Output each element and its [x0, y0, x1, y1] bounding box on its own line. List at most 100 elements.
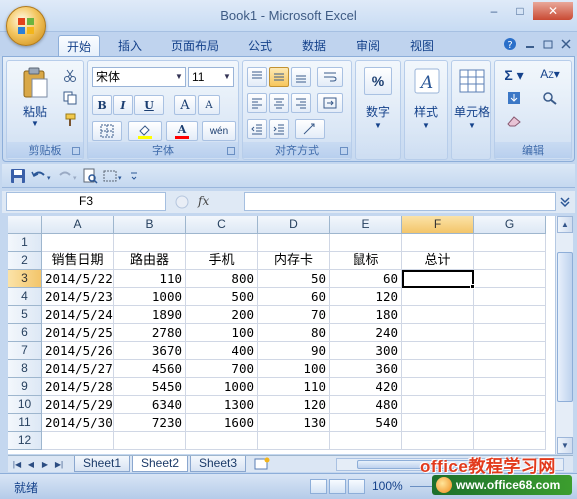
cell-b7[interactable]: 3670 [114, 342, 186, 360]
clear-button[interactable] [499, 115, 529, 130]
vertical-scrollbar[interactable]: ▲ ▼ [555, 216, 573, 454]
phonetic-guide-button[interactable]: wén [202, 121, 236, 141]
cell-a11[interactable]: 2014/5/30 [42, 414, 114, 432]
cell-e10[interactable]: 480 [330, 396, 402, 414]
name-box[interactable]: F3 [6, 192, 166, 211]
cell-c6[interactable]: 100 [186, 324, 258, 342]
cell-g7[interactable] [474, 342, 546, 360]
cell-c12[interactable] [186, 432, 258, 450]
cell-e9[interactable]: 420 [330, 378, 402, 396]
cell-e8[interactable]: 360 [330, 360, 402, 378]
cell-c7[interactable]: 400 [186, 342, 258, 360]
last-sheet-icon[interactable]: ▶| [52, 457, 66, 472]
cell-e7[interactable]: 300 [330, 342, 402, 360]
cell-a6[interactable]: 2014/5/25 [42, 324, 114, 342]
cells-icon[interactable] [458, 67, 486, 95]
font-name-combo[interactable]: 宋体 ▼ [92, 67, 186, 87]
cell-c11[interactable]: 1600 [186, 414, 258, 432]
number-format-button[interactable]: % [364, 67, 392, 95]
number-dropdown-icon[interactable]: ▼ [368, 121, 388, 130]
cell-d2[interactable]: 内存卡 [258, 252, 330, 270]
cell-e12[interactable] [330, 432, 402, 450]
row-header-2[interactable]: 2 [8, 252, 42, 270]
cell-a12[interactable] [42, 432, 114, 450]
column-header-f[interactable]: F [402, 216, 474, 234]
bold-button[interactable]: B [92, 95, 112, 115]
shrink-font-button[interactable]: A [198, 95, 220, 115]
alignment-dialog-launcher[interactable] [340, 147, 348, 155]
font-dialog-launcher[interactable] [227, 147, 235, 155]
prev-sheet-icon[interactable]: ◀ [24, 457, 38, 472]
cell-b2[interactable]: 路由器 [114, 252, 186, 270]
row-header-4[interactable]: 4 [8, 288, 42, 306]
sheet-tab-sheet2[interactable]: Sheet2 [132, 456, 188, 472]
cell-d3[interactable]: 50 [258, 270, 330, 288]
help-icon[interactable]: ? [503, 37, 517, 51]
styles-icon[interactable]: A [413, 67, 441, 95]
cell-f7[interactable] [402, 342, 474, 360]
cell-g4[interactable] [474, 288, 546, 306]
cell-d12[interactable] [258, 432, 330, 450]
cell-a9[interactable]: 2014/5/28 [42, 378, 114, 396]
autosum-button[interactable]: Σ ▾ [499, 67, 529, 84]
cell-b8[interactable]: 4560 [114, 360, 186, 378]
align-bottom-button[interactable] [291, 67, 311, 87]
tab-page-layout[interactable]: 页面布局 [162, 35, 228, 56]
clipboard-dialog-launcher[interactable] [72, 147, 80, 155]
cell-f4[interactable] [402, 288, 474, 306]
styles-dropdown-icon[interactable]: ▼ [416, 121, 436, 130]
paste-button[interactable]: 粘贴 [15, 103, 55, 120]
cells-button-label[interactable]: 单元格 [448, 103, 496, 120]
cell-f5[interactable] [402, 306, 474, 324]
tab-review[interactable]: 审阅 [348, 35, 388, 56]
cell-g6[interactable] [474, 324, 546, 342]
row-header-8[interactable]: 8 [8, 360, 42, 378]
italic-button[interactable]: I [113, 95, 133, 115]
drawing-icon[interactable]: ▾ [102, 168, 124, 184]
cell-c5[interactable]: 200 [186, 306, 258, 324]
cell-g8[interactable] [474, 360, 546, 378]
ribbon-restore-icon[interactable] [543, 39, 553, 49]
insert-sheet-icon[interactable] [252, 457, 272, 471]
cell-g2[interactable] [474, 252, 546, 270]
column-header-a[interactable]: A [42, 216, 114, 234]
cell-a1[interactable] [42, 234, 114, 252]
zoom-level[interactable]: 100% [372, 479, 403, 493]
cell-g3[interactable] [474, 270, 546, 288]
select-all-corner[interactable] [8, 216, 42, 234]
cell-g9[interactable] [474, 378, 546, 396]
number-button-label[interactable]: 数字 [356, 103, 400, 120]
cell-b1[interactable] [114, 234, 186, 252]
cell-d1[interactable] [258, 234, 330, 252]
row-header-9[interactable]: 9 [8, 378, 42, 396]
orientation-button[interactable] [317, 67, 343, 87]
tab-insert[interactable]: 插入 [110, 35, 150, 56]
page-break-view-button[interactable] [348, 479, 365, 494]
cell-b10[interactable]: 6340 [114, 396, 186, 414]
print-preview-icon[interactable] [82, 168, 98, 184]
tab-data[interactable]: 数据 [294, 35, 334, 56]
cell-b3[interactable]: 110 [114, 270, 186, 288]
sheet-tab-sheet1[interactable]: Sheet1 [74, 456, 130, 472]
cell-g10[interactable] [474, 396, 546, 414]
font-color-button[interactable]: A [166, 121, 198, 141]
ribbon-close-icon[interactable] [561, 39, 571, 49]
sheet-tab-sheet3[interactable]: Sheet3 [190, 456, 246, 472]
cell-c9[interactable]: 1000 [186, 378, 258, 396]
cell-c4[interactable]: 500 [186, 288, 258, 306]
cell-e5[interactable]: 180 [330, 306, 402, 324]
align-left-button[interactable] [247, 93, 267, 113]
align-top-button[interactable] [247, 67, 267, 87]
cell-a8[interactable]: 2014/5/27 [42, 360, 114, 378]
cell-c8[interactable]: 700 [186, 360, 258, 378]
cell-a3[interactable]: 2014/5/22 [42, 270, 114, 288]
column-header-e[interactable]: E [330, 216, 402, 234]
worksheet-grid[interactable]: A B C D E F G 1 2 销售日期 路由器 手机 内存卡 鼠标 总计 3 2014/5/22 110 80… [8, 216, 555, 454]
cell-d6[interactable]: 80 [258, 324, 330, 342]
decrease-indent-button[interactable] [247, 119, 267, 139]
cell-e3[interactable]: 60 [330, 270, 402, 288]
cell-b6[interactable]: 2780 [114, 324, 186, 342]
cell-b4[interactable]: 1000 [114, 288, 186, 306]
cell-a5[interactable]: 2014/5/24 [42, 306, 114, 324]
cell-a2[interactable]: 销售日期 [42, 252, 114, 270]
